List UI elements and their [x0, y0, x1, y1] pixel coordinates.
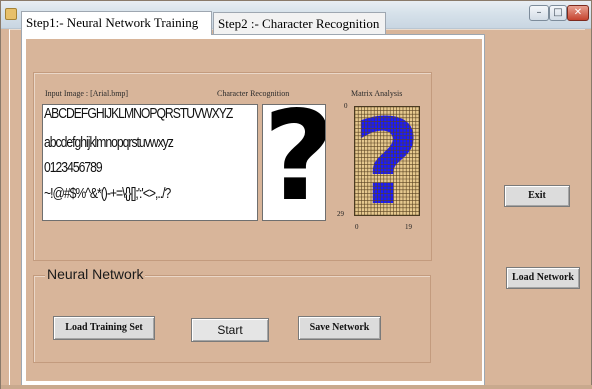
app-icon — [5, 8, 17, 20]
start-button[interactable]: Start — [191, 318, 269, 342]
recognized-character-image: ? — [262, 104, 326, 221]
tab-training[interactable]: Step1:- Neural Network Training — [21, 11, 212, 35]
matrix-y-max-label: 29 — [337, 210, 344, 218]
minimize-button[interactable]: – — [529, 5, 549, 21]
recognized-character: ? — [263, 105, 325, 219]
matrix-x-min-label: 0 — [355, 223, 359, 231]
input-line-symbols: ~!@#$%^&*()-+=\{}[];':'<>,../? — [44, 186, 171, 202]
window-bottom-edge — [1, 385, 592, 389]
matrix-canvas: ? — [355, 107, 419, 215]
save-network-button[interactable]: Save Network — [298, 316, 381, 340]
load-training-set-button[interactable]: Load Training Set — [53, 316, 155, 340]
input-line-digits: 0123456789 — [44, 160, 103, 176]
exit-button[interactable]: Exit — [504, 185, 570, 207]
character-recognition-label: Character Recognition — [217, 89, 290, 98]
maximize-button[interactable]: □ — [549, 5, 567, 21]
input-line-uppercase: ABCDEFGHIJKLMNOPQRSTUVWXYZ — [44, 106, 233, 122]
maximize-icon: □ — [553, 7, 563, 18]
main-window: – □ ✕ Step1:- Neural Network Training St… — [0, 0, 592, 389]
matrix-x-max-label: 19 — [405, 223, 412, 231]
close-icon: ✕ — [573, 7, 583, 18]
minimize-icon: – — [536, 7, 542, 18]
matrix-y-min-label: 0 — [344, 102, 348, 110]
input-line-lowercase: abcdefghijklmnopqrstuvwxyz — [44, 135, 174, 151]
close-button[interactable]: ✕ — [567, 5, 589, 21]
matrix-analysis-label: Matrix Analysis — [351, 89, 403, 98]
matrix-grid: ? — [354, 106, 420, 216]
load-network-button[interactable]: Load Network — [506, 267, 580, 289]
matrix-gridlines — [355, 107, 419, 215]
neural-network-group-title: Neural Network — [45, 266, 146, 282]
input-image-label: Input Image : [Arial.bmp] — [45, 89, 129, 98]
tab-recognition[interactable]: Step2 :- Character Recognition — [213, 12, 386, 34]
input-image: ABCDEFGHIJKLMNOPQRSTUVWXYZ abcdefghijklm… — [42, 104, 258, 221]
